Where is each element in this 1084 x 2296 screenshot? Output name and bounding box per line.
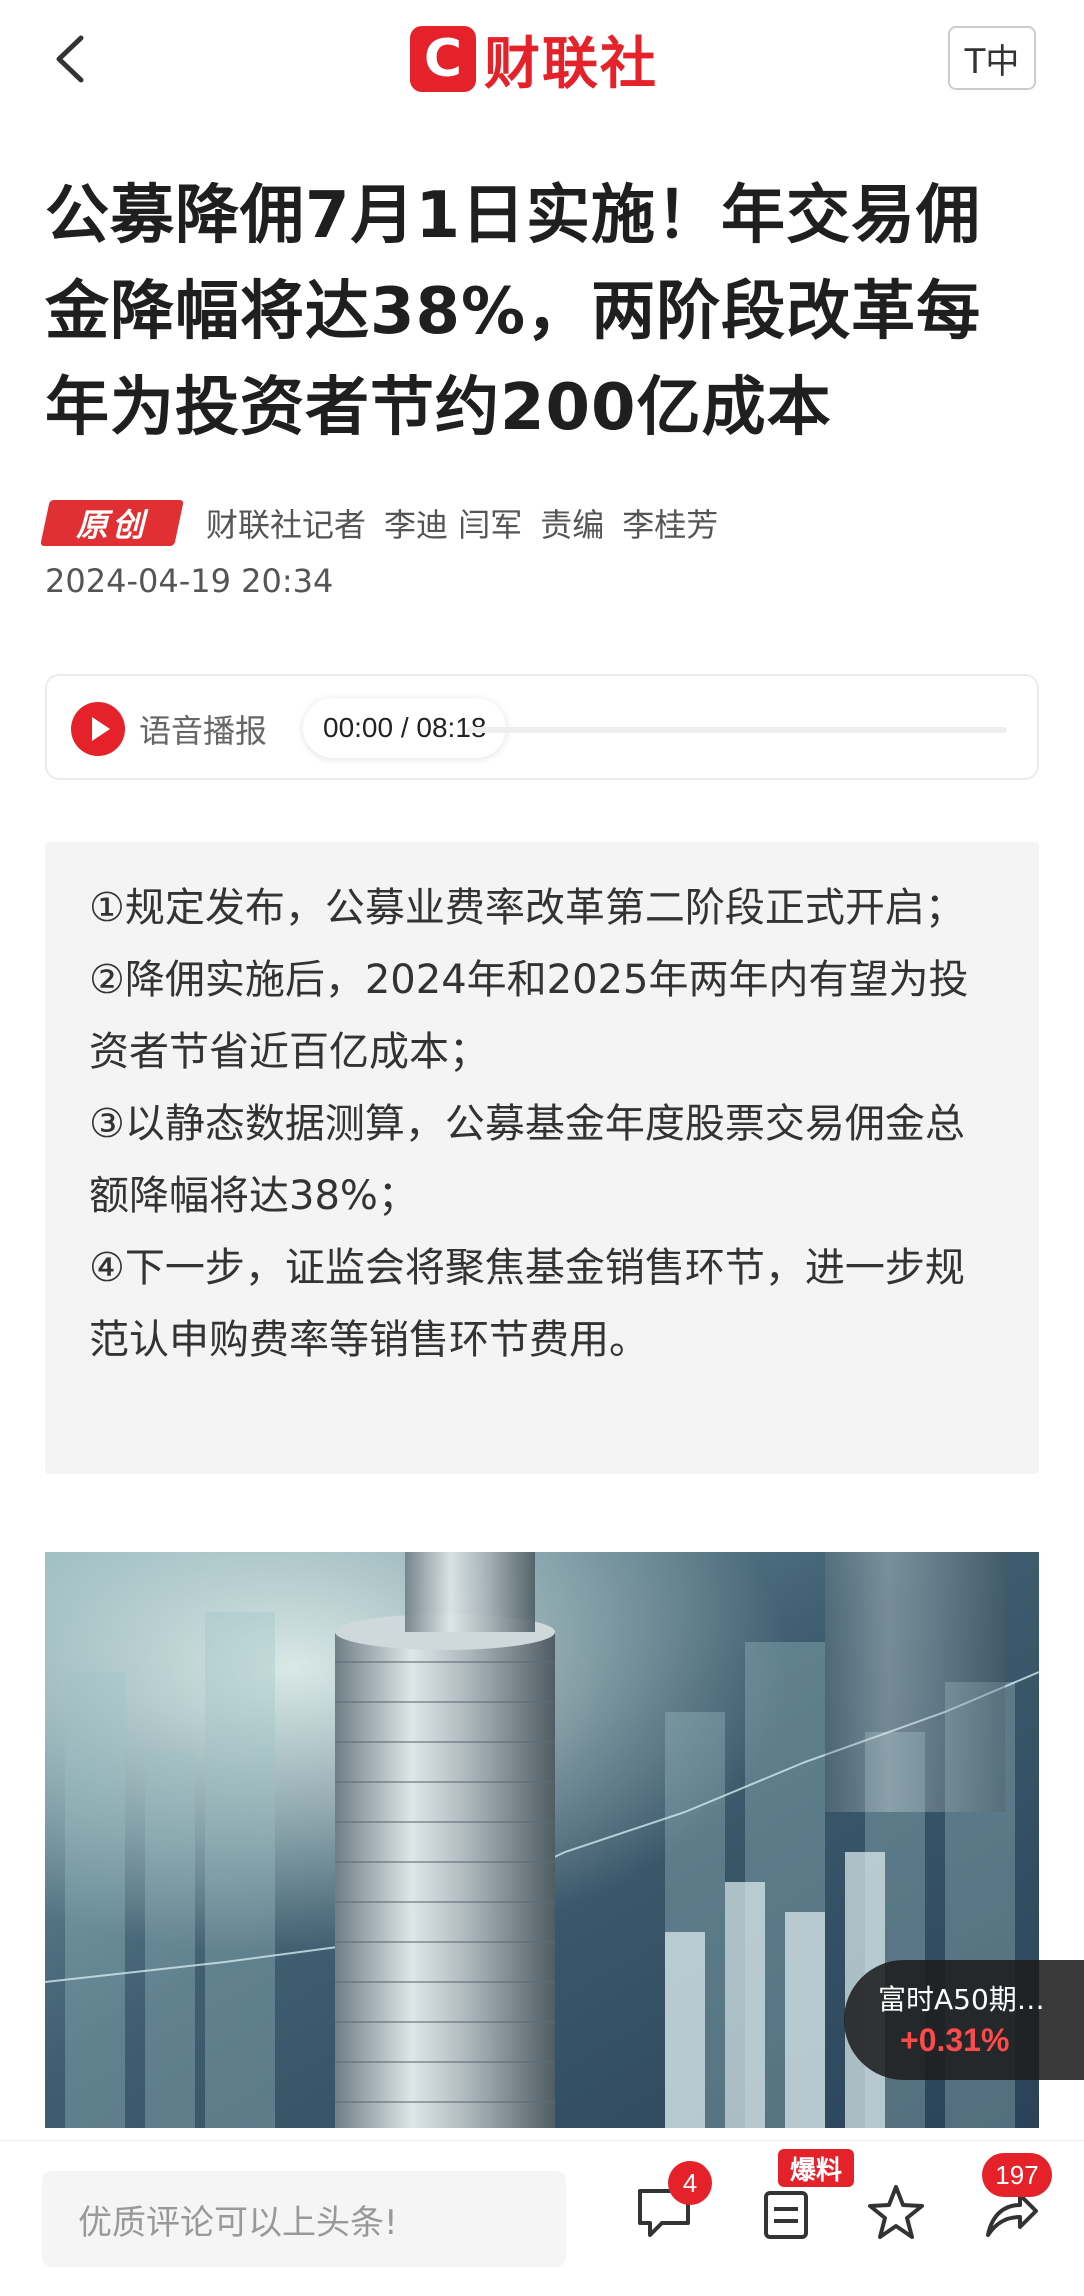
star-icon: [868, 2185, 924, 2239]
editor-label: 责编: [540, 506, 605, 544]
summary-box: ①规定发布，公募业费率改革第二阶段正式开启； ②降佣实施后，2024年和2025…: [45, 842, 1039, 1474]
audio-label: 语音播报: [139, 712, 268, 750]
document-icon: [764, 2191, 808, 2239]
logo-mark: C: [410, 26, 476, 92]
editor: 李桂芳: [622, 506, 719, 544]
summary-item: ③以静态数据测算，公募基金年度股票交易佣金总额降幅将达38%；: [89, 1101, 965, 1219]
reporters: 李迪 闫军: [384, 506, 523, 544]
comment-button[interactable]: 4: [632, 2161, 712, 2245]
logo-text: 财联社: [484, 31, 658, 97]
comment-count-badge: 4: [668, 2161, 712, 2205]
ticker-name: 富时A50期…: [878, 1983, 1045, 2016]
summary-item: ①规定发布，公募业费率改革第二阶段正式开启；: [89, 885, 965, 931]
ticker-value: +0.31%: [900, 2022, 1010, 2058]
byline: 财联社记者 李迪 闫军 责编 李桂芳: [206, 500, 736, 546]
summary-item: ④下一步，证监会将聚焦基金销售环节，进一步规范认申购费率等销售环节费用。: [89, 1245, 965, 1363]
audio-progress-bar[interactable]: [467, 727, 1007, 733]
publish-date: 2024-04-19 20:34: [45, 562, 334, 600]
share-count-badge: 197: [982, 2153, 1052, 2197]
article-title: 公募降佣7月1日实施！年交易佣金降幅将达38%，两阶段改革每年为投资者节约200…: [45, 179, 982, 445]
bottom-bar: 优质评论可以上头条! 4 爆料 197: [0, 2140, 1084, 2296]
share-button[interactable]: 197: [978, 2153, 1052, 2245]
original-badge: 原创: [40, 500, 184, 546]
report-badge: 爆料: [778, 2149, 854, 2187]
favorite-button[interactable]: [864, 2181, 928, 2245]
comment-input[interactable]: 优质评论可以上头条!: [42, 2171, 566, 2267]
app-logo: C 财联社: [410, 24, 658, 97]
play-icon[interactable]: [71, 702, 125, 756]
reporter-label: 财联社记者: [206, 506, 367, 544]
summary-item: ②降佣实施后，2024年和2025年两年内有望为投资者节省近百亿成本；: [89, 957, 969, 1075]
chevron-left-icon: [56, 35, 84, 83]
report-button[interactable]: 爆料: [756, 2149, 854, 2245]
market-ticker[interactable]: 富时A50期… +0.31%: [844, 1960, 1084, 2080]
font-size-button[interactable]: T中: [948, 26, 1036, 90]
audio-player: 语音播报 00:00 / 08:18: [45, 674, 1039, 780]
original-badge-label: 原创: [75, 506, 148, 544]
back-button[interactable]: [45, 28, 101, 90]
